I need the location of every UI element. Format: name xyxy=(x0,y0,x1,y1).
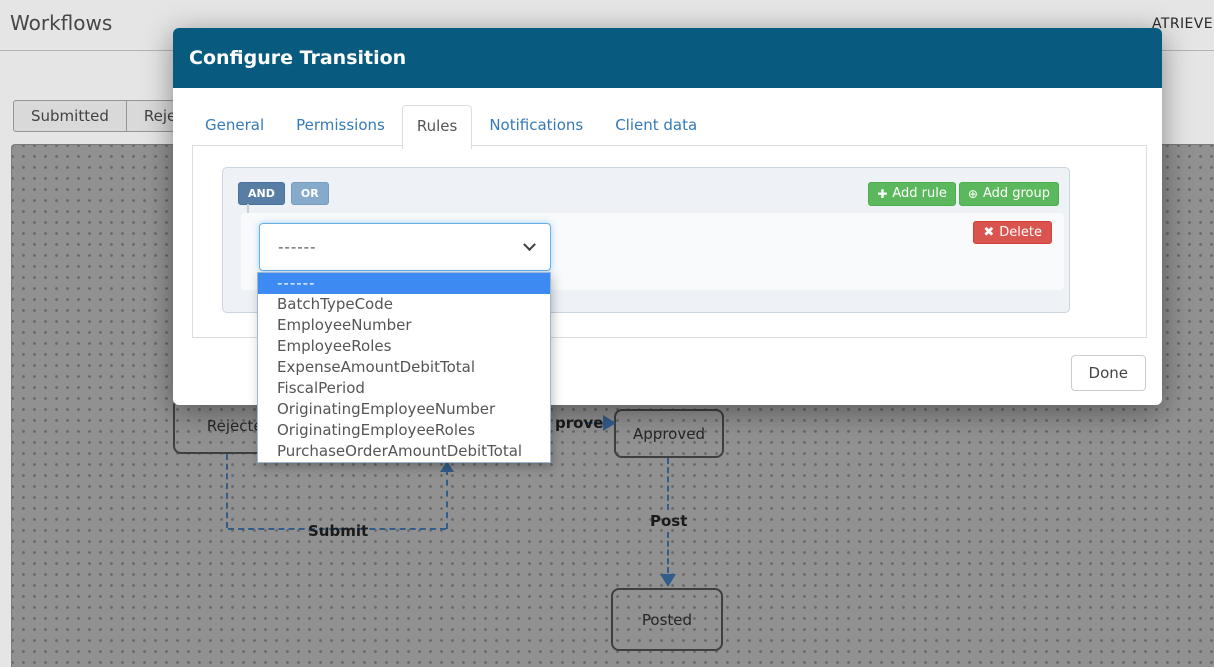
dropdown-option[interactable]: OriginatingEmployeeNumber xyxy=(258,399,550,420)
add-group-button[interactable]: ⊕ Add group xyxy=(959,182,1059,206)
done-button[interactable]: Done xyxy=(1071,355,1146,391)
chevron-down-icon xyxy=(523,238,536,251)
rule-field-select-value: ------ xyxy=(278,238,316,256)
dropdown-option[interactable]: FiscalPeriod xyxy=(258,378,550,399)
modal-header: Configure Transition xyxy=(173,28,1162,88)
workflows-page: Workflows ATRIEVE Submitted Rejected Rej… xyxy=(0,0,1214,667)
tab-notifications[interactable]: Notifications xyxy=(474,105,598,149)
rule-field-dropdown: ------BatchTypeCodeEmployeeNumberEmploye… xyxy=(257,272,551,463)
or-operator-button[interactable]: OR xyxy=(291,182,329,205)
tab-client-data[interactable]: Client data xyxy=(600,105,712,149)
add-group-label: Add group xyxy=(983,186,1050,202)
add-rule-button[interactable]: ✚ Add rule xyxy=(868,182,956,206)
modal-title: Configure Transition xyxy=(189,47,406,69)
delete-label: Delete xyxy=(999,225,1042,240)
add-rule-label: Add rule xyxy=(892,186,947,202)
dropdown-option[interactable]: ------ xyxy=(258,273,550,294)
plus-icon: ✚ xyxy=(877,187,887,201)
rule-field-select[interactable]: ------ xyxy=(259,223,551,271)
dropdown-option[interactable]: PurchaseOrderAmountDebitTotal xyxy=(258,441,550,462)
dropdown-option[interactable]: BatchTypeCode xyxy=(258,294,550,315)
delete-rule-button[interactable]: ✖ Delete xyxy=(973,221,1052,244)
dropdown-option[interactable]: EmployeeRoles xyxy=(258,336,550,357)
x-icon: ✖ xyxy=(983,225,994,240)
dropdown-option[interactable]: EmployeeNumber xyxy=(258,315,550,336)
plus-circle-icon: ⊕ xyxy=(968,187,978,201)
and-operator-button[interactable]: AND xyxy=(238,182,285,205)
dropdown-option[interactable]: ExpenseAmountDebitTotal xyxy=(258,357,550,378)
modal-tab-bar: General Permissions Rules Notifications … xyxy=(190,105,714,149)
tab-rules[interactable]: Rules xyxy=(402,105,472,149)
group-actions: ✚ Add rule ⊕ Add group xyxy=(868,182,1059,206)
rule-group-header: AND OR ✚ Add rule ⊕ Add group xyxy=(238,182,1059,206)
tab-general[interactable]: General xyxy=(190,105,279,149)
tab-permissions[interactable]: Permissions xyxy=(281,105,400,149)
dropdown-option[interactable]: OriginatingEmployeeRoles xyxy=(258,420,550,441)
